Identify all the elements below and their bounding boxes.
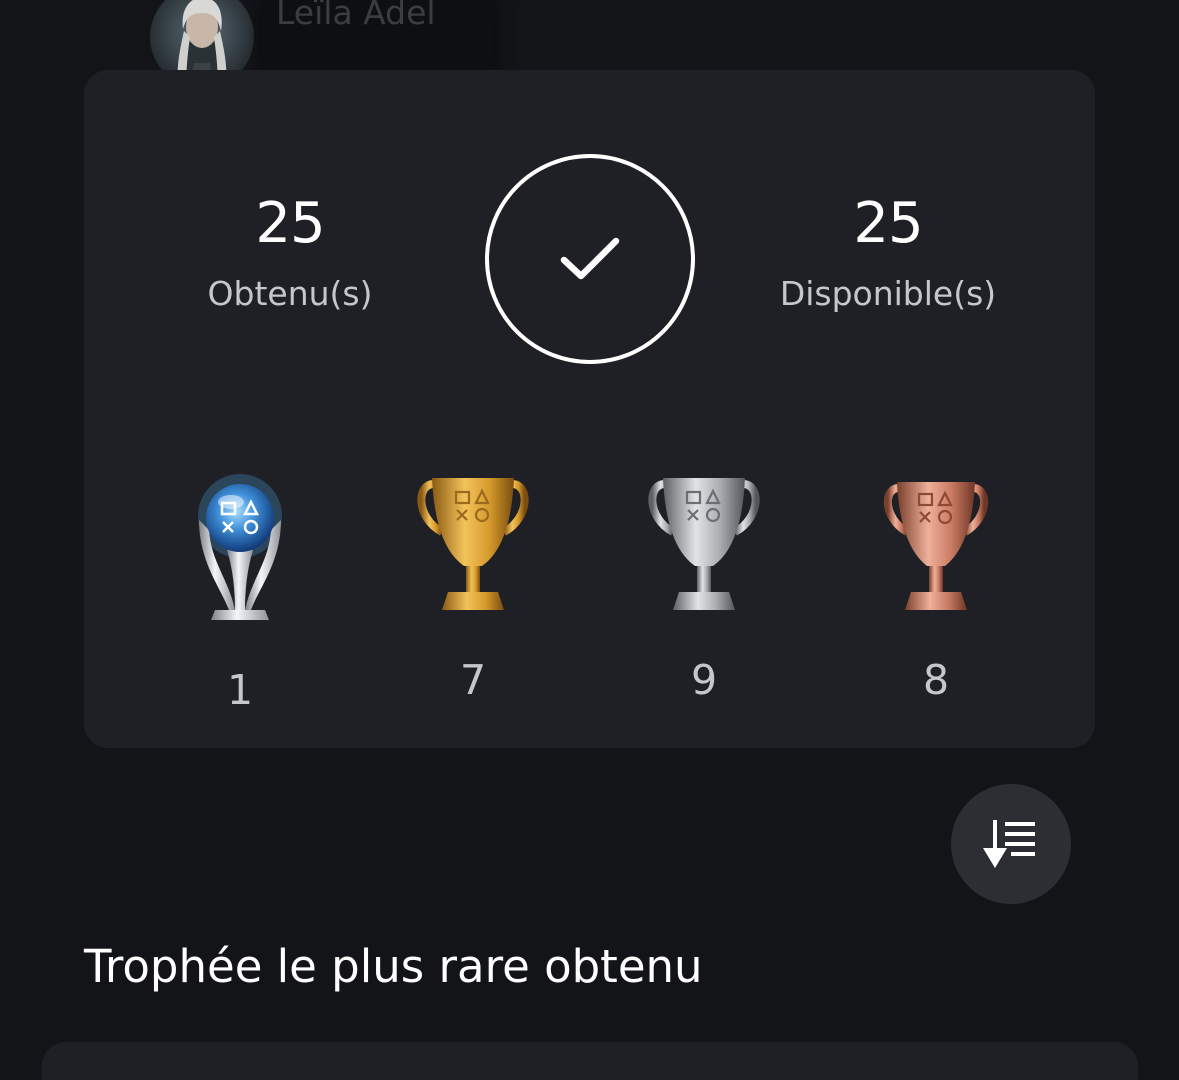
sort-button[interactable] <box>951 784 1071 904</box>
silver-count: 9 <box>690 656 718 704</box>
completion-indicator <box>485 154 695 364</box>
available-stat: 25 Disponible(s) <box>758 191 1018 314</box>
earned-count: 25 <box>255 191 325 256</box>
trophy-summary-screen: Leïla Adel 25 Obtenu(s) 25 Disponible(s) <box>0 0 1179 1080</box>
platinum-count: 1 <box>226 666 254 714</box>
gold-count: 7 <box>459 656 487 704</box>
check-icon <box>560 237 620 280</box>
earned-stat: 25 Obtenu(s) <box>160 191 420 314</box>
trophy-summary-card: 25 Obtenu(s) 25 Disponible(s) 1 7 9 8 <box>84 70 1095 748</box>
rarest-trophy-heading: Trophée le plus rare obtenu <box>84 940 703 993</box>
bronze-count: 8 <box>922 656 950 704</box>
silver-trophy-icon <box>648 478 760 610</box>
platinum-trophy-icon <box>198 474 282 620</box>
available-label: Disponible(s) <box>779 274 997 313</box>
earned-label: Obtenu(s) <box>207 274 373 313</box>
user-name[interactable]: Leïla Adel <box>276 0 436 32</box>
gold-trophy-icon <box>417 478 529 610</box>
bronze-trophy-icon <box>883 482 989 610</box>
trophy-platinum[interactable]: 1 <box>165 470 315 714</box>
trophy-bronze[interactable]: 8 <box>861 470 1011 704</box>
trophy-silver[interactable]: 9 <box>629 470 779 704</box>
sort-descending-icon <box>983 820 1035 868</box>
available-count: 25 <box>853 191 923 256</box>
rarest-trophy-card[interactable] <box>42 1042 1138 1080</box>
trophy-gold[interactable]: 7 <box>398 470 548 704</box>
